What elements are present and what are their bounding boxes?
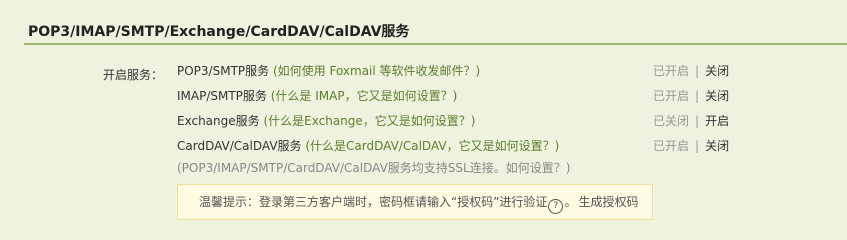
service-status: 已开启 | 关闭 bbox=[653, 62, 729, 79]
service-settings-panel: POP3/IMAP/SMTP/Exchange/CardDAV/CalDAV服务… bbox=[0, 0, 847, 235]
service-row-imap-smtp: IMAP/SMTP服务 (什么是 IMAP，它又是如何设置？) 已开启 | 关闭 bbox=[177, 87, 757, 105]
tip-suffix: 。 bbox=[564, 195, 577, 209]
toggle-link-carddav-caldav[interactable]: 关闭 bbox=[705, 139, 729, 153]
status-separator: | bbox=[695, 139, 700, 153]
service-row-carddav-caldav: CardDAV/CalDAV服务 (什么是CardDAV/CalDAV，它又是如… bbox=[177, 137, 757, 155]
service-name: Exchange服务 bbox=[177, 114, 260, 128]
ssl-note-link[interactable]: (POP3/IMAP/SMTP/CardDAV/CalDAV服务均支持SSL连接… bbox=[177, 159, 570, 176]
generate-auth-code-link[interactable]: 生成授权码 bbox=[578, 195, 638, 209]
service-name: IMAP/SMTP服务 bbox=[177, 89, 267, 103]
question-circle-icon[interactable]: ? bbox=[548, 199, 564, 214]
service-status: 已开启 | 关闭 bbox=[653, 137, 729, 154]
service-name: CardDAV/CalDAV服务 bbox=[177, 139, 302, 153]
service-help-link[interactable]: (什么是Exchange，它又是如何设置？) bbox=[263, 114, 475, 128]
status-current: 已开启 bbox=[653, 89, 690, 103]
status-current: 已关闭 bbox=[653, 114, 690, 128]
status-separator: | bbox=[695, 89, 700, 103]
status-current: 已开启 bbox=[653, 139, 690, 153]
status-separator: | bbox=[695, 114, 700, 128]
toggle-link-exchange[interactable]: 开启 bbox=[705, 114, 729, 128]
tip-box: 温馨提示：登录第三方客户端时，密码框请输入“授权码”进行验证?。生成授权码 bbox=[177, 184, 653, 220]
service-help-link[interactable]: (如何使用 Foxmail 等软件收发邮件？) bbox=[273, 64, 480, 78]
toggle-link-imap-smtp[interactable]: 关闭 bbox=[705, 89, 729, 103]
section-title: POP3/IMAP/SMTP/Exchange/CardDAV/CalDAV服务 bbox=[28, 24, 410, 40]
service-help-link[interactable]: (什么是 IMAP，它又是如何设置？) bbox=[271, 89, 458, 103]
status-current: 已开启 bbox=[653, 64, 690, 78]
toggle-link-pop3-smtp[interactable]: 关闭 bbox=[705, 64, 729, 78]
service-status: 已关闭 | 开启 bbox=[653, 112, 729, 129]
service-help-link[interactable]: (什么是CardDAV/CalDAV，它又是如何设置？) bbox=[305, 139, 559, 153]
service-status: 已开启 | 关闭 bbox=[653, 87, 729, 104]
service-name: POP3/SMTP服务 bbox=[177, 64, 270, 78]
enable-services-label: 开启服务： bbox=[103, 68, 164, 82]
service-row-pop3-smtp: POP3/SMTP服务 (如何使用 Foxmail 等软件收发邮件？) 已开启 |… bbox=[177, 62, 757, 80]
tip-text: 温馨提示：登录第三方客户端时，密码框请输入“授权码”进行验证 bbox=[199, 195, 548, 209]
service-row-exchange: Exchange服务 (什么是Exchange，它又是如何设置？) 已关闭 | 开启 bbox=[177, 112, 757, 130]
title-divider bbox=[24, 43, 847, 45]
status-separator: | bbox=[695, 64, 700, 78]
